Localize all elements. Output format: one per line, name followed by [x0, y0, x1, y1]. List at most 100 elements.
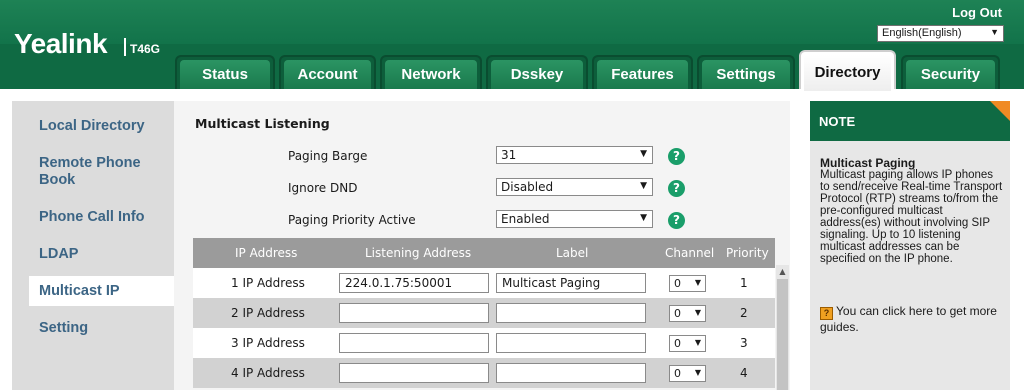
priority-value: 4 — [740, 366, 748, 380]
channel-value: 0 — [674, 367, 681, 380]
table-row: 3 IP Address 0 ▼ 3 — [193, 328, 775, 358]
paging-barge-label: Paging Barge — [288, 149, 368, 163]
chevron-down-icon: ▼ — [694, 278, 701, 287]
row-label: 4 IP Address — [231, 366, 305, 380]
chevron-down-icon: ▼ — [640, 149, 647, 159]
column-header-ip-address: IP Address — [235, 246, 298, 260]
paging-barge-select[interactable]: 31 ▼ — [496, 146, 653, 164]
scroll-thumb[interactable] — [777, 279, 788, 390]
channel-select[interactable]: 0 ▼ — [669, 365, 706, 382]
tab-network[interactable]: Network — [380, 55, 482, 89]
tab-label: Features — [597, 60, 688, 89]
listening-address-input[interactable] — [339, 333, 489, 353]
chevron-down-icon: ▼ — [990, 27, 999, 37]
sidebar: Local Directory Remote Phone Book Phone … — [12, 101, 186, 390]
table-row: 1 IP Address 224.0.1.75:50001 Multicast … — [193, 268, 775, 298]
priority-value: 1 — [740, 276, 748, 290]
section-title: Multicast Listening — [195, 116, 330, 131]
tab-directory[interactable]: Directory — [799, 50, 896, 91]
sidebar-item-remote-phone-book[interactable]: Remote Phone Book — [39, 155, 149, 189]
row-label: 1 IP Address — [231, 276, 305, 290]
listening-address-input[interactable] — [339, 363, 489, 383]
tab-label: Network — [385, 60, 477, 89]
paging-priority-active-label: Paging Priority Active — [288, 213, 416, 227]
priority-value: 2 — [740, 306, 748, 320]
help-icon[interactable]: ? — [668, 148, 685, 165]
table-row: 2 IP Address 0 ▼ 2 — [193, 298, 775, 328]
logo-divider — [124, 38, 126, 56]
ignore-dnd-value: Disabled — [501, 180, 554, 194]
tab-label: Account — [284, 60, 371, 89]
listening-address-input[interactable]: 224.0.1.75:50001 — [339, 273, 489, 293]
help-icon[interactable]: ? — [668, 180, 685, 197]
tab-label: Dsskey — [491, 60, 583, 89]
channel-value: 0 — [674, 307, 681, 320]
language-value: English(English) — [882, 27, 962, 39]
tab-label: Status — [180, 60, 270, 89]
table-header: IP Address Listening Address Label Chann… — [193, 238, 775, 268]
note-text: Multicast paging allows IP phones to sen… — [820, 169, 1003, 265]
brand-logo: Yealink — [14, 28, 108, 59]
note-header: NOTE — [810, 101, 1010, 141]
guide-text: You can click here to get more guides. — [820, 304, 997, 334]
table-row: 4 IP Address 0 ▼ 4 — [193, 358, 775, 388]
tab-settings[interactable]: Settings — [697, 55, 795, 89]
scroll-up-arrow-icon[interactable]: ▲ — [776, 265, 789, 278]
channel-value: 0 — [674, 337, 681, 350]
header-shine — [0, 0, 1024, 44]
label-input[interactable] — [496, 303, 646, 323]
corner-fold-icon — [990, 101, 1010, 121]
guide-book-icon: ? — [820, 307, 833, 320]
label-input[interactable] — [496, 363, 646, 383]
paging-priority-active-value: Enabled — [501, 212, 550, 226]
channel-value: 0 — [674, 277, 681, 290]
tab-label: Security — [906, 60, 995, 89]
tab-status[interactable]: Status — [175, 55, 275, 89]
row-label: 2 IP Address — [231, 306, 305, 320]
column-header-channel: Channel — [665, 246, 715, 260]
sidebar-item-ldap[interactable]: LDAP — [39, 246, 78, 263]
chevron-down-icon: ▼ — [694, 338, 701, 347]
sidebar-item-setting[interactable]: Setting — [39, 320, 88, 337]
help-icon[interactable]: ? — [668, 212, 685, 229]
guide-link[interactable]: ? You can click here to get more guides. — [820, 304, 1005, 335]
sidebar-item-multicast-ip[interactable]: Multicast IP — [39, 283, 120, 300]
multicast-table: IP Address Listening Address Label Chann… — [193, 238, 775, 388]
table-scrollbar[interactable]: ▲ — [776, 265, 789, 390]
listening-address-input[interactable] — [339, 303, 489, 323]
tab-dsskey[interactable]: Dsskey — [486, 55, 588, 89]
main-content: Multicast Listening Paging Barge 31 ▼ ? … — [174, 101, 790, 390]
column-header-listening-address: Listening Address — [365, 246, 472, 260]
note-title: NOTE — [819, 114, 856, 129]
label-input[interactable]: Multicast Paging — [496, 273, 646, 293]
chevron-down-icon: ▼ — [640, 213, 647, 223]
top-header: Yealink T46G Log Out English(English) ▼ … — [0, 0, 1024, 91]
chevron-down-icon: ▼ — [694, 368, 701, 377]
column-header-priority: Priority — [726, 246, 769, 260]
chevron-down-icon: ▼ — [694, 308, 701, 317]
ignore-dnd-label: Ignore DND — [288, 181, 358, 195]
channel-select[interactable]: 0 ▼ — [669, 305, 706, 322]
tab-label: Directory — [804, 55, 891, 91]
row-label: 3 IP Address — [231, 336, 305, 350]
paging-priority-active-select[interactable]: Enabled ▼ — [496, 210, 653, 228]
label-input[interactable] — [496, 333, 646, 353]
language-select[interactable]: English(English) ▼ — [877, 25, 1004, 42]
chevron-down-icon: ▼ — [640, 181, 647, 191]
tab-features[interactable]: Features — [592, 55, 693, 89]
sidebar-item-phone-call-info[interactable]: Phone Call Info — [39, 209, 145, 226]
logout-link[interactable]: Log Out — [952, 5, 1002, 20]
ignore-dnd-select[interactable]: Disabled ▼ — [496, 178, 653, 196]
tab-account[interactable]: Account — [279, 55, 376, 89]
note-heading: Multicast Paging — [820, 156, 916, 170]
phone-model: T46G — [130, 42, 161, 56]
sidebar-item-local-directory[interactable]: Local Directory — [39, 118, 145, 135]
tab-label: Settings — [702, 60, 790, 89]
column-header-label: Label — [556, 246, 589, 260]
priority-value: 3 — [740, 336, 748, 350]
channel-select[interactable]: 0 ▼ — [669, 335, 706, 352]
channel-select[interactable]: 0 ▼ — [669, 275, 706, 292]
paging-barge-value: 31 — [501, 148, 517, 162]
tab-security[interactable]: Security — [901, 55, 1000, 89]
note-body: Multicast Paging Multicast paging allows… — [820, 157, 1005, 265]
